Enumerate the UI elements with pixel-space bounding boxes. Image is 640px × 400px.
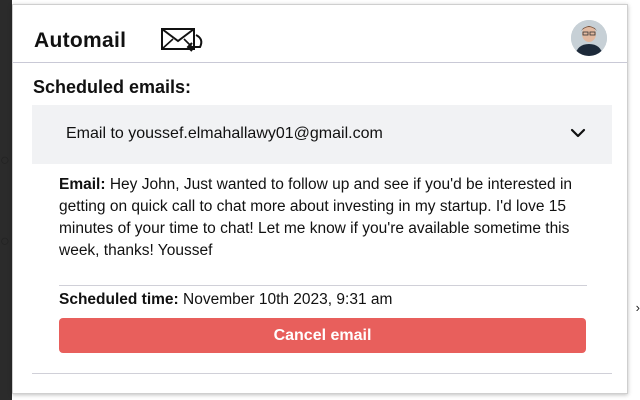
dropdown-selected-label: Email to youssef.elmahallawy01@gmail.com: [66, 125, 383, 142]
cancel-email-button[interactable]: Cancel email: [59, 318, 586, 353]
background-circle-icon: ○: [0, 233, 10, 250]
scheduled-email-dropdown[interactable]: Email to youssef.elmahallawy01@gmail.com: [32, 105, 612, 164]
email-body-label: Email:: [59, 176, 106, 193]
footer-divider: [32, 373, 612, 374]
email-body-text: Hey John, Just wanted to follow up and s…: [59, 176, 573, 259]
popup-header: Automail: [13, 5, 627, 63]
scheduled-time-value: November 10th 2023, 9:31 am: [178, 291, 393, 308]
app-title: Automail: [34, 29, 127, 52]
background-arrow-icon: ›: [635, 300, 640, 315]
content-divider: [59, 285, 587, 286]
scheduled-time-label: Scheduled time:: [59, 291, 179, 308]
mail-arrow-icon: [161, 28, 203, 52]
scheduled-emails-heading: Scheduled emails:: [33, 77, 192, 97]
chevron-down-icon: [570, 128, 586, 138]
background-left-strip: [0, 0, 12, 400]
user-avatar[interactable]: [571, 20, 607, 56]
email-content: Email: Hey John, Just wanted to follow u…: [59, 174, 589, 262]
extension-popup: Automail Scheduled emails: Email to yous…: [12, 4, 628, 394]
scheduled-time: Scheduled time: November 10th 2023, 9:31…: [59, 291, 392, 309]
user-photo-icon: [571, 20, 607, 56]
background-circle-icon: ○: [0, 152, 10, 169]
